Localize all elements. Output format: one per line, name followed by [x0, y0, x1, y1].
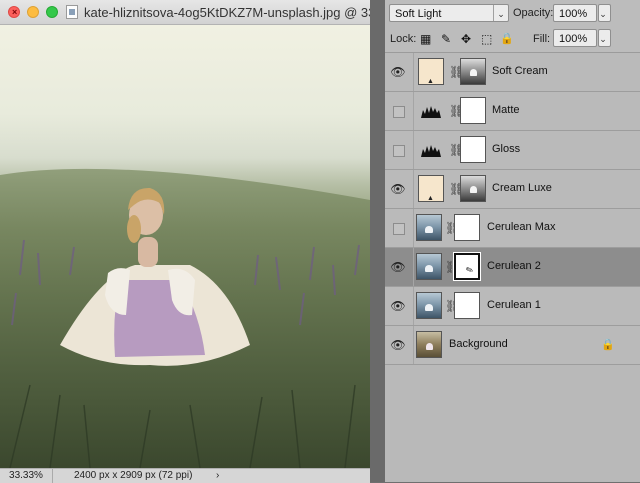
chevron-down-icon: ⌄ — [599, 34, 607, 44]
fill-layer-thumbnail[interactable] — [418, 175, 444, 202]
status-menu-arrow-icon[interactable]: › — [216, 469, 219, 483]
lock-label: Lock: — [390, 33, 417, 45]
curves-adjustment-icon[interactable] — [421, 104, 441, 118]
layer-mask-thumbnail[interactable] — [460, 97, 486, 124]
layer-thumbnail[interactable] — [416, 214, 442, 241]
document-icon — [66, 5, 78, 19]
layer-row-soft-cream[interactable]: 👁 ⛓ Soft Cream — [385, 53, 640, 92]
row-separator — [413, 248, 414, 286]
row-separator — [413, 53, 414, 91]
fill-value: 100% — [559, 33, 588, 45]
layer-mask-thumbnail-selected[interactable]: ✎ — [453, 252, 481, 281]
lock-artboard-icon[interactable]: ⬚ — [481, 32, 492, 46]
row-separator — [413, 131, 414, 169]
layer-name[interactable]: Cerulean 1 — [487, 299, 541, 311]
lock-image-pixels-icon[interactable]: ✎ — [441, 32, 451, 46]
row-separator — [413, 209, 414, 247]
mask-brush-mark-icon: ✎ — [464, 264, 475, 277]
layer-mask-thumbnail[interactable] — [460, 58, 486, 85]
visibility-eye-icon[interactable]: 👁 — [390, 181, 406, 197]
layer-mask-thumbnail[interactable] — [460, 175, 486, 202]
status-bar: 33.33% 2400 px x 2909 px (72 ppi) › — [0, 468, 370, 483]
visibility-eye-icon[interactable]: 👁 — [390, 64, 406, 80]
layer-row-cerulean-2[interactable]: 👁 ⛓ ✎ Cerulean 2 — [385, 248, 640, 287]
layers-list: 👁 ⛓ Soft Cream ⛓ Matte ⛓ — [385, 53, 640, 365]
layers-options-bar: Soft Light ⌄ Opacity: 100% ⌄ Lock: ▦ ✎ ✥… — [385, 0, 640, 53]
layer-row-gloss[interactable]: ⛓ Gloss — [385, 131, 640, 170]
visibility-eye-icon[interactable]: 👁 — [390, 298, 406, 314]
zoom-field[interactable]: 33.33% — [0, 469, 53, 483]
opacity-dropdown[interactable]: ⌄ — [598, 4, 611, 22]
blend-mode-select[interactable]: Soft Light ⌄ — [389, 4, 509, 22]
layer-row-cerulean-1[interactable]: 👁 ⛓ Cerulean 1 — [385, 287, 640, 326]
title-bar[interactable]: × kate-hliznitsova-4og5KtDKZ7M-unsplash.… — [0, 0, 390, 25]
opacity-field[interactable]: 100% — [553, 4, 597, 22]
visibility-eye-icon[interactable]: 👁 — [390, 337, 406, 353]
visibility-eye-icon[interactable]: 👁 — [390, 259, 406, 275]
lock-transparent-pixels-icon[interactable]: ▦ — [420, 32, 431, 46]
panel-divider — [370, 0, 385, 482]
lock-position-icon[interactable]: ✥ — [461, 32, 471, 46]
opacity-label: Opacity: — [513, 7, 554, 19]
layer-mask-thumbnail[interactable] — [460, 136, 486, 163]
layer-name[interactable]: Cerulean Max — [487, 221, 555, 233]
fill-layer-thumbnail[interactable] — [418, 58, 444, 85]
row-separator — [413, 326, 414, 364]
image-canvas[interactable] — [0, 25, 370, 468]
maximize-button[interactable] — [46, 6, 58, 18]
layer-name[interactable]: Cream Luxe — [492, 182, 552, 194]
lock-all-icon[interactable]: 🔒 — [500, 32, 514, 45]
layer-name[interactable]: Cerulean 2 — [487, 260, 541, 272]
layers-panel: Soft Light ⌄ Opacity: 100% ⌄ Lock: ▦ ✎ ✥… — [385, 0, 640, 482]
layer-thumbnail[interactable] — [416, 292, 442, 319]
window-title: kate-hliznitsova-4og5KtDKZ7M-unsplash.jp… — [84, 5, 390, 20]
chevron-down-icon: ⌄ — [493, 5, 508, 21]
layer-mask-thumbnail[interactable] — [454, 214, 480, 241]
layer-row-cream-luxe[interactable]: 👁 ⛓ Cream Luxe — [385, 170, 640, 209]
document-window: × kate-hliznitsova-4og5KtDKZ7M-unsplash.… — [0, 0, 390, 483]
fill-field[interactable]: 100% — [553, 29, 597, 47]
opacity-value: 100% — [559, 8, 588, 20]
visibility-toggle-off[interactable] — [393, 145, 405, 157]
layer-lock-icon: 🔒 — [601, 339, 615, 351]
curves-adjustment-icon[interactable] — [421, 143, 441, 157]
chevron-down-icon: ⌄ — [599, 9, 607, 19]
layer-row-background[interactable]: 👁 Background 🔒 — [385, 326, 640, 365]
layer-thumbnail[interactable] — [416, 331, 442, 358]
row-separator — [413, 170, 414, 208]
visibility-toggle-off[interactable] — [393, 106, 405, 118]
row-separator — [413, 92, 414, 130]
blend-mode-value: Soft Light — [395, 8, 442, 20]
layer-thumbnail[interactable] — [416, 253, 442, 280]
layer-name[interactable]: Soft Cream — [492, 65, 548, 77]
visibility-toggle-off[interactable] — [393, 223, 405, 235]
photo-illustration — [0, 168, 370, 468]
fill-dropdown[interactable]: ⌄ — [598, 29, 611, 47]
layer-row-matte[interactable]: ⛓ Matte — [385, 92, 640, 131]
close-icon: × — [12, 7, 18, 17]
document-dimensions: 2400 px x 2909 px (72 ppi) — [74, 470, 193, 481]
minimize-button[interactable] — [27, 6, 39, 18]
layer-name[interactable]: Gloss — [492, 143, 520, 155]
layer-name[interactable]: Matte — [492, 104, 520, 116]
layer-mask-thumbnail[interactable] — [454, 292, 480, 319]
layer-row-cerulean-max[interactable]: ⛓ Cerulean Max — [385, 209, 640, 248]
fill-label: Fill: — [533, 33, 551, 45]
layer-name[interactable]: Background — [449, 338, 508, 350]
close-button[interactable]: × — [8, 6, 20, 18]
row-separator — [413, 287, 414, 325]
